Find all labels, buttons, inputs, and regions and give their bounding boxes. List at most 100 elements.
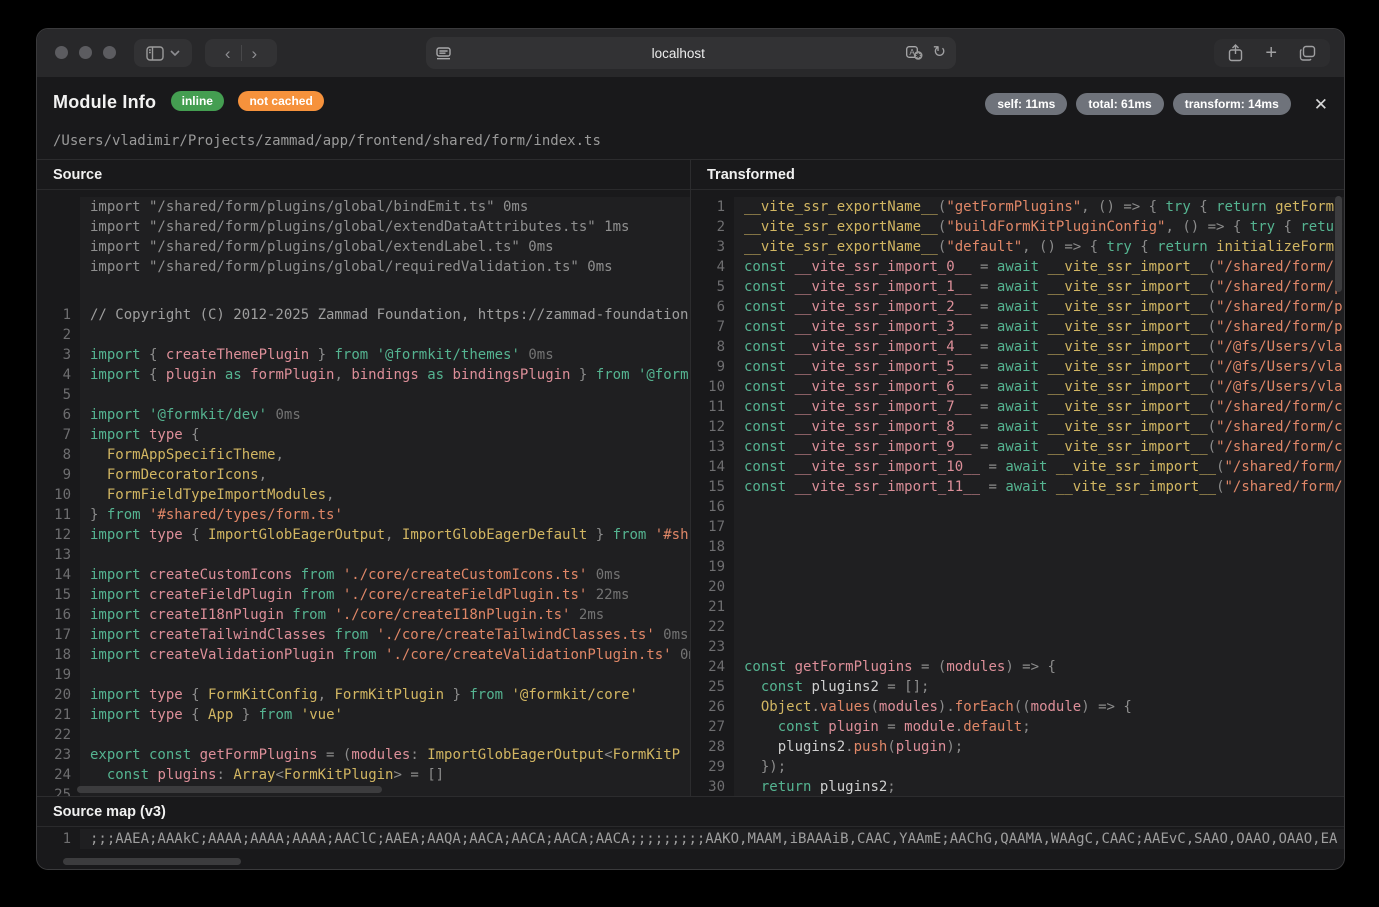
transformed-code-view[interactable]: 1__vite_ssr_exportName__("getFormPlugins… [691,190,1344,796]
code-line: 9 FormDecoratorIcons, [37,465,690,485]
line-number: 11 [691,397,734,417]
module-file-path: /Users/vladimir/Projects/zammad/app/fron… [37,125,1344,149]
sourcemap-title: Source map (v3) [37,797,1344,827]
line-number: 11 [37,505,80,525]
line-content [80,385,690,405]
line-content: import type { [80,425,690,445]
line-number: 26 [691,697,734,717]
code-line: 25 const plugins2 = []; [691,677,1344,697]
code-line: 7const __vite_ssr_import_3__ = await __v… [691,317,1344,337]
line-content: const __vite_ssr_import_8__ = await __vi… [734,417,1344,437]
transformed-vertical-scrollbar[interactable] [1335,196,1342,292]
line-number [37,217,80,237]
code-line: 6const __vite_ssr_import_2__ = await __v… [691,297,1344,317]
line-number: 15 [691,477,734,497]
code-line: 18 [691,537,1344,557]
code-line: 30 return plugins2; [691,777,1344,796]
line-content: FormFieldTypeImportModules, [80,485,690,505]
toolbar-right-buttons: + [1214,39,1330,67]
code-line: 2 [37,325,690,345]
sourcemap-horizontal-scrollbar[interactable] [63,858,241,865]
line-number: 6 [37,405,80,425]
line-number: 13 [37,545,80,565]
back-button[interactable]: ‹ [221,45,235,62]
line-content: const __vite_ssr_import_7__ = await __vi… [734,397,1344,417]
line-content: import createFieldPlugin from './core/cr… [80,585,690,605]
not-cached-badge: not cached [238,91,323,111]
sidebar-toggle-button[interactable] [134,39,192,67]
line-content: import { createThemePlugin } from '@form… [80,345,690,365]
source-code-view[interactable]: import "/shared/form/plugins/global/bind… [37,190,690,796]
tab-overview-icon[interactable] [1299,45,1316,61]
address-bar[interactable]: localhost A ✱ ↻ [426,37,956,69]
minimize-window-button[interactable] [79,46,92,59]
line-content: const plugin = module.default; [734,717,1344,737]
translate-icon[interactable]: A ✱ [906,46,923,60]
code-line: 10const __vite_ssr_import_6__ = await __… [691,377,1344,397]
line-content [80,725,690,745]
code-line: 29 }); [691,757,1344,777]
line-number: 5 [691,277,734,297]
sidebar-icon [146,46,164,61]
code-line: 15import createFieldPlugin from './core/… [37,585,690,605]
code-line: 6import '@formkit/dev' 0ms [37,405,690,425]
line-content: const plugins2 = []; [734,677,1344,697]
code-line: 9const __vite_ssr_import_5__ = await __v… [691,357,1344,377]
zoom-window-button[interactable] [103,46,116,59]
line-number: 14 [37,565,80,585]
code-line: 18import createValidationPlugin from './… [37,645,690,665]
line-content: import type { App } from 'vue' [80,705,690,725]
line-number: 4 [37,365,80,385]
code-line: 16import createI18nPlugin from './core/c… [37,605,690,625]
close-window-button[interactable] [55,46,68,59]
line-content [734,557,1344,577]
code-line: 22 [37,725,690,745]
code-line: 14const __vite_ssr_import_10__ = await _… [691,457,1344,477]
line-number: 6 [691,297,734,317]
code-line: 1__vite_ssr_exportName__("getFormPlugins… [691,197,1344,217]
line-number: 22 [691,617,734,637]
line-content: const __vite_ssr_import_10__ = await __v… [734,457,1344,477]
code-line: 28 plugins2.push(plugin); [691,737,1344,757]
line-content: import '@formkit/dev' 0ms [80,405,690,425]
share-icon[interactable] [1228,44,1243,62]
line-content [80,277,690,305]
line-content: import createTailwindClasses from './cor… [80,625,690,645]
code-line: import "/shared/form/plugins/global/requ… [37,257,690,277]
line-content [80,325,690,345]
line-content: import type { FormKitConfig, FormKitPlug… [80,685,690,705]
line-number: 13 [691,437,734,457]
line-content: Object.values(modules).forEach((module) … [734,697,1344,717]
line-number: 1 [691,197,734,217]
line-number: 24 [37,765,80,785]
line-number: 23 [37,745,80,765]
line-content: import createI18nPlugin from './core/cre… [80,605,690,625]
line-content: const __vite_ssr_import_0__ = await __vi… [734,257,1344,277]
forward-button[interactable]: › [248,45,262,62]
line-number: 8 [37,445,80,465]
page-title: Module Info [53,92,156,112]
reload-icon[interactable]: ↻ [933,45,946,61]
line-number: 21 [691,597,734,617]
code-panels: Source import "/shared/form/plugins/glob… [37,159,1344,797]
source-horizontal-scrollbar[interactable] [77,786,382,793]
line-content: const __vite_ssr_import_2__ = await __vi… [734,297,1344,317]
line-content: // Copyright (C) 2012-2025 Zammad Founda… [80,305,690,325]
code-line: 17 [691,517,1344,537]
module-inspector-page: Module Info inline not cached self: 11ms… [37,77,1344,869]
line-number: 2 [691,217,734,237]
line-number: 2 [37,325,80,345]
line-content: import "/shared/form/plugins/global/requ… [80,257,690,277]
line-content [734,517,1344,537]
code-line: 20 [691,577,1344,597]
line-content: import "/shared/form/plugins/global/exte… [80,237,690,257]
code-line: 19 [37,665,690,685]
line-number: 25 [37,785,80,796]
line-content: const __vite_ssr_import_3__ = await __vi… [734,317,1344,337]
line-content [734,597,1344,617]
line-number: 9 [691,357,734,377]
reader-mode-icon[interactable] [436,47,451,60]
new-tab-button[interactable]: + [1265,43,1277,63]
line-content [734,637,1344,657]
close-panel-button[interactable]: ✕ [1314,96,1328,113]
